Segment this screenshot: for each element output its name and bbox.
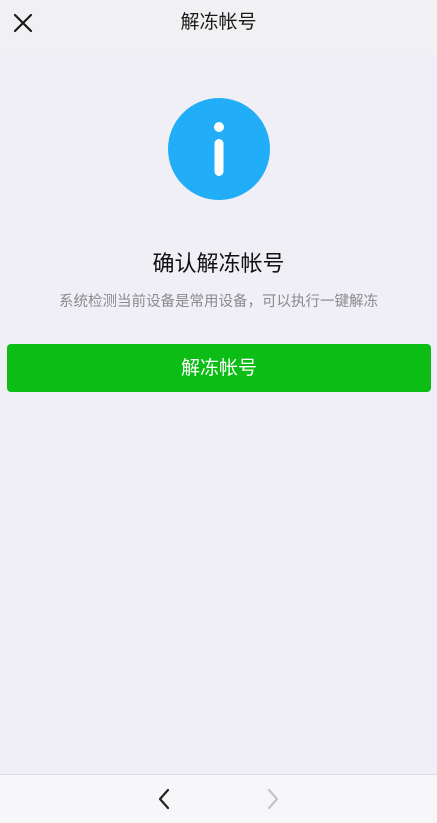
back-button[interactable]	[152, 787, 176, 811]
confirm-description: 系统检测当前设备是常用设备，可以执行一键解冻	[59, 294, 378, 310]
confirm-title: 确认解冻帐号	[152, 252, 285, 277]
browser-toolbar	[0, 774, 437, 823]
forward-button[interactable]	[261, 787, 285, 811]
info-icon	[168, 98, 270, 200]
chevron-left-icon	[158, 788, 170, 810]
unfreeze-account-button[interactable]: 解冻帐号	[7, 344, 431, 392]
navigation-bar: 解冻帐号	[0, 0, 437, 50]
chevron-right-icon	[267, 788, 279, 810]
page-title: 解冻帐号	[180, 11, 257, 33]
